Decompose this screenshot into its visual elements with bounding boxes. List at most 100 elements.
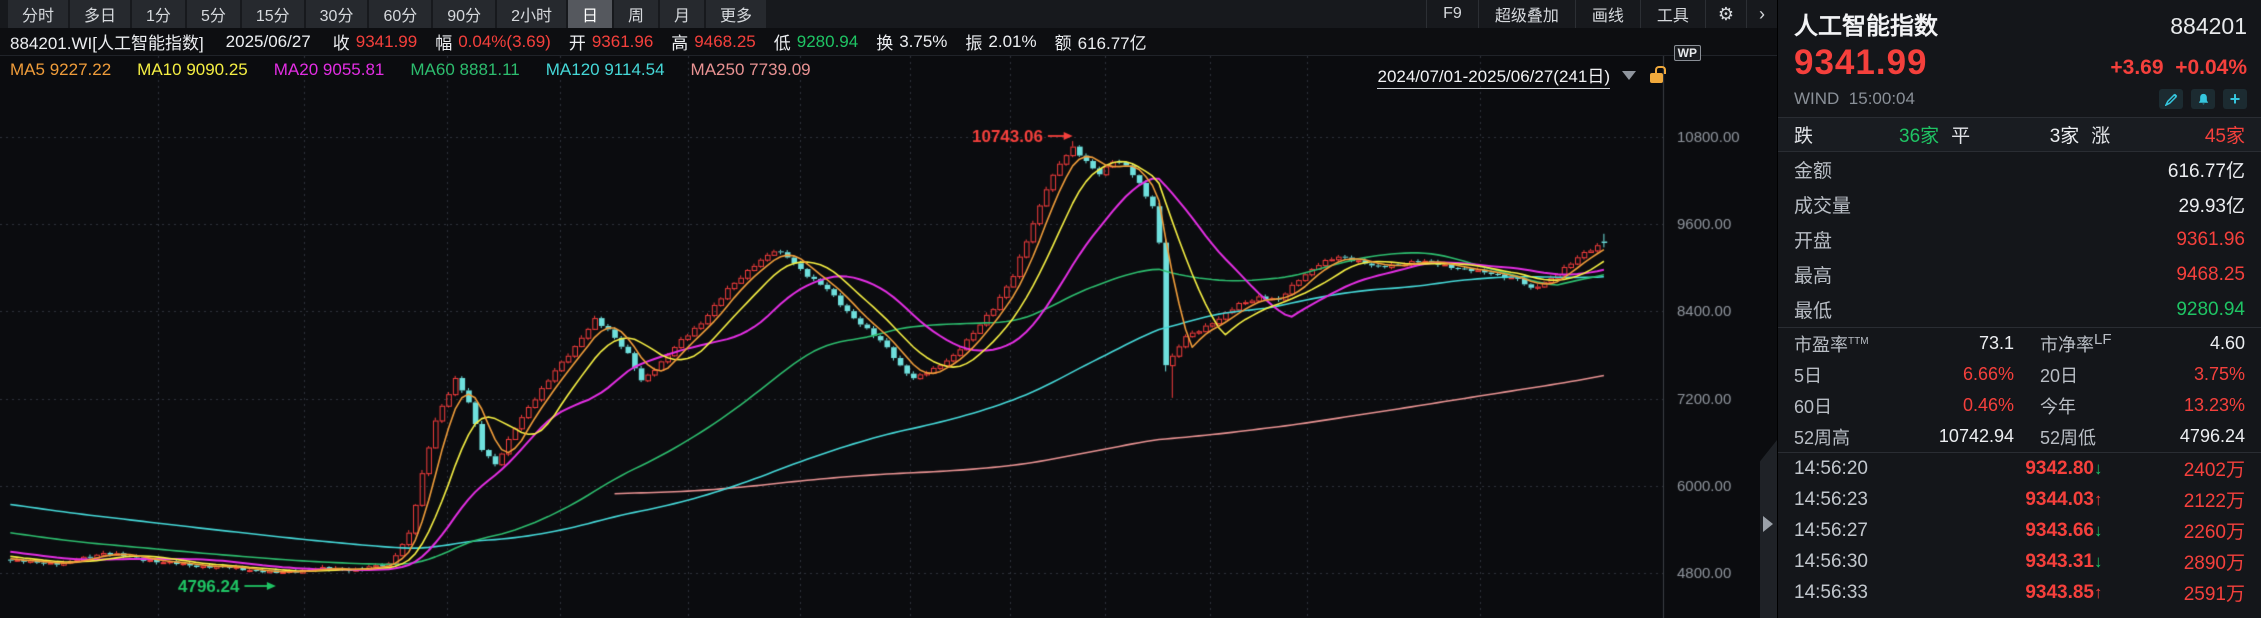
period-tabs: 分时多日1分5分15分30分60分90分2小时日周月更多 — [0, 0, 768, 28]
tick-arrow-down-icon: ↓ — [2094, 459, 2114, 479]
info-item-高: 高 9468.25 — [671, 29, 755, 54]
tick-volume: 2890万 — [2114, 548, 2245, 575]
info-label: 换 — [876, 29, 893, 54]
last-price: 9341.99 — [1794, 43, 1928, 83]
pair-value-2: 4.60 — [2144, 333, 2245, 354]
info-label: 开 — [569, 29, 586, 54]
pair-label-1: 52周高 — [1794, 424, 1912, 450]
super-overlay-button[interactable]: 超级叠加 — [1478, 0, 1575, 28]
row-value: 29.93亿 — [2178, 191, 2245, 218]
tab-30分[interactable]: 30分 — [306, 0, 368, 28]
row-value: 9280.94 — [2176, 299, 2245, 321]
ma-legend: MA5 9227.22MA10 9090.25MA20 9055.81MA60 … — [10, 60, 837, 80]
ma-legend-item-MA250: MA250 7739.09 — [691, 60, 811, 80]
panel-row-开盘: 开盘9361.96 — [1778, 222, 2261, 257]
pair-value-2: 3.75% — [2144, 364, 2245, 385]
ma-value: 7739.09 — [749, 60, 810, 79]
info-value: 9468.25 — [694, 32, 755, 52]
stat-pair-row: 市盈率TTM73.1市净率LF4.60 — [1778, 328, 2261, 359]
ma-legend-item-MA10: MA10 9090.25 — [137, 60, 248, 80]
date-range-label[interactable]: 2024/07/01-2025/06/27(241日) — [1377, 62, 1610, 89]
tick-time: 14:56:20 — [1794, 458, 1944, 480]
wp-badge[interactable]: WP — [1674, 45, 1701, 61]
pair-label-2-text: 20日 — [2040, 366, 2078, 386]
info-value: 0.04%(3.69) — [458, 32, 551, 52]
flat-count: 3家 — [2050, 121, 2080, 148]
tick-time: 14:56:27 — [1794, 520, 1944, 542]
info-value: 2.01% — [988, 32, 1036, 52]
tick-price: 9344.03 — [1944, 489, 2094, 511]
tick-time: 14:56:23 — [1794, 489, 1944, 511]
ma-label: MA10 — [137, 60, 181, 79]
candlestick-chart[interactable] — [0, 56, 1762, 618]
tick-volume: 2122万 — [2114, 486, 2245, 513]
tools-button[interactable]: 工具 — [1640, 0, 1705, 28]
tab-2小时[interactable]: 2小时 — [497, 0, 566, 28]
info-label: 振 — [965, 29, 982, 54]
down-count: 36家 — [1899, 121, 1939, 148]
ma-legend-item-MA20: MA20 9055.81 — [274, 60, 385, 80]
tick-row: 14:56:239344.03↑2122万 — [1778, 484, 2261, 515]
panel-collapse-handle[interactable] — [1760, 440, 1777, 618]
bell-icon[interactable] — [2191, 89, 2215, 109]
tab-周[interactable]: 周 — [614, 0, 658, 28]
panel-header: 人工智能指数 884201 9341.99 +3.69 +0.04% WIND … — [1778, 0, 2261, 111]
tick-volume: 2591万 — [2114, 579, 2245, 606]
market-breadth-row: 跌 36家 平 3家 涨 45家 — [1778, 117, 2261, 152]
pair-label-1-text: 52周高 — [1794, 428, 1850, 448]
pair-value-1: 10742.94 — [1912, 426, 2014, 447]
label-superscript: TTM — [1848, 336, 1869, 347]
ma-value: 9114.54 — [604, 60, 664, 79]
info-label: 收 — [333, 29, 350, 54]
panel-row-金额: 金额616.77亿 — [1778, 152, 2261, 187]
date-range-selector[interactable]: 2024/07/01-2025/06/27(241日) — [1377, 62, 1663, 89]
toolbar-right: F9 超级叠加 画线 工具 ⚙ › — [1426, 0, 1777, 28]
pair-label-1: 5日 — [1794, 362, 1912, 388]
pair-value-2: 4796.24 — [2144, 426, 2245, 447]
info-label: 高 — [671, 29, 688, 54]
row-label: 开盘 — [1794, 226, 1832, 253]
stat-pair-rows: 市盈率TTM73.1市净率LF4.605日6.66%20日3.75%60日0.4… — [1778, 327, 2261, 452]
ma-value: 8881.11 — [460, 60, 520, 79]
info-value: 3.75% — [899, 32, 947, 52]
triangle-right-icon — [1763, 516, 1773, 532]
tab-5分[interactable]: 5分 — [187, 0, 240, 28]
quote-info-bar: 884201.WI[人工智能指数] 2025/06/27 收9341.99幅0.… — [0, 28, 1777, 56]
tab-15分[interactable]: 15分 — [242, 0, 304, 28]
tick-price: 9343.85 — [1944, 582, 2094, 604]
pair-label-1-text: 60日 — [1794, 397, 1832, 417]
tick-price: 9343.31 — [1944, 551, 2094, 573]
info-value: 9341.99 — [356, 32, 417, 52]
tab-月[interactable]: 月 — [660, 0, 704, 28]
panel-row-成交量: 成交量29.93亿 — [1778, 187, 2261, 222]
gear-icon[interactable]: ⚙ — [1705, 0, 1746, 28]
draw-line-button[interactable]: 画线 — [1575, 0, 1640, 28]
ma-label: MA60 — [410, 60, 454, 79]
tab-60分[interactable]: 60分 — [369, 0, 431, 28]
info-item-换: 换 3.75% — [876, 29, 947, 54]
tab-90分[interactable]: 90分 — [433, 0, 495, 28]
chart-canvas[interactable] — [0, 56, 1762, 618]
panel-row-最低: 最低9280.94 — [1778, 292, 2261, 327]
tab-更多[interactable]: 更多 — [706, 0, 766, 28]
lock-icon[interactable] — [1650, 73, 1663, 83]
tick-arrow-down-icon: ↓ — [2094, 552, 2114, 572]
plus-icon[interactable]: + — [2223, 89, 2247, 109]
info-label: 额 — [1055, 29, 1072, 54]
tab-1分[interactable]: 1分 — [132, 0, 185, 28]
pair-label-1-text: 5日 — [1794, 366, 1822, 386]
pair-label-2-text: 市净率 — [2040, 335, 2094, 355]
pair-label-2-text: 今年 — [2040, 397, 2076, 417]
pair-label-2: 今年 — [2040, 393, 2144, 419]
chevron-down-icon[interactable] — [1622, 71, 1636, 80]
tab-日[interactable]: 日 — [568, 0, 612, 28]
index-code: 884201 — [2170, 13, 2247, 40]
chevron-right-icon[interactable]: › — [1746, 0, 1777, 28]
key-value-rows: 金额616.77亿成交量29.93亿开盘9361.96最高9468.25最低92… — [1778, 152, 2261, 327]
f9-button[interactable]: F9 — [1426, 0, 1478, 28]
tab-多日[interactable]: 多日 — [70, 0, 130, 28]
pencil-icon[interactable] — [2159, 89, 2183, 109]
tick-row: 14:56:279343.66↓2260万 — [1778, 515, 2261, 546]
info-item-幅: 幅0.04%(3.69) — [435, 29, 551, 54]
tab-分时[interactable]: 分时 — [8, 0, 68, 28]
